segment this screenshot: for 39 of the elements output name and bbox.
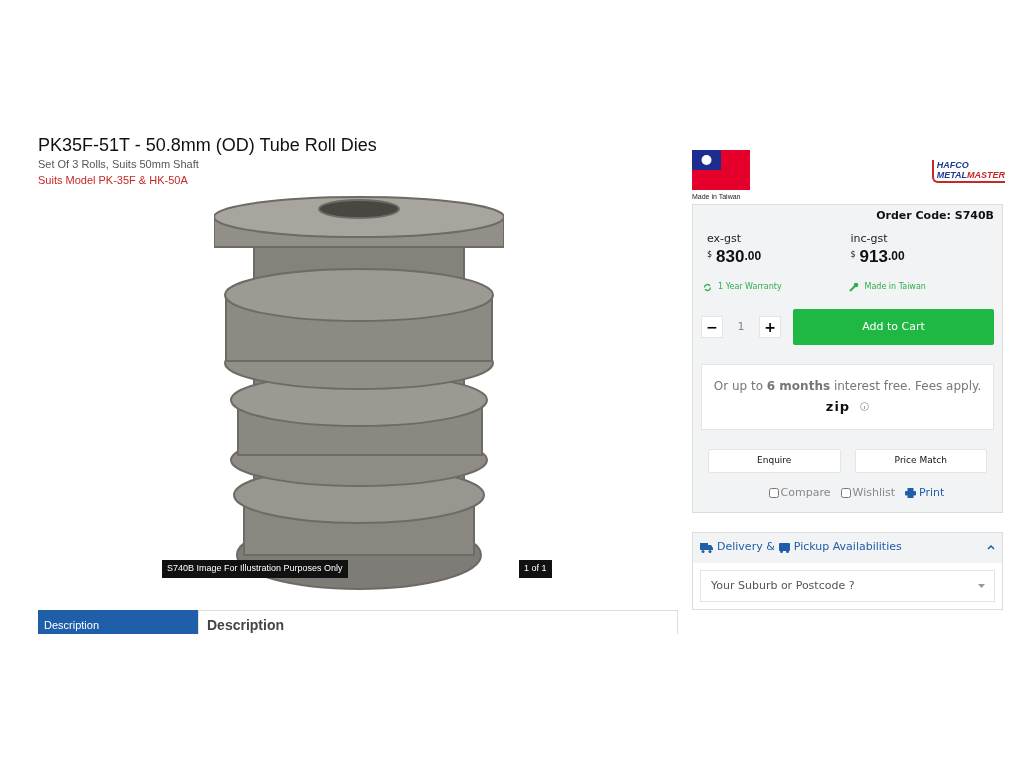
postcode-dropdown[interactable]: Your Suburb or Postcode ?	[700, 569, 995, 602]
quantity-field[interactable]: 1	[729, 318, 753, 336]
product-title: PK35F-51T - 50.8mm (OD) Tube Roll Dies	[38, 134, 378, 156]
finance-offer: Or up to 6 months interest free. Fees apply.	[713, 378, 982, 395]
van-icon	[778, 542, 790, 553]
delivery-label: Delivery &	[717, 539, 775, 556]
decrease-quantity-button[interactable]: −	[701, 316, 723, 338]
delivery-header[interactable]: Delivery & Pickup Availabilities	[693, 532, 1002, 563]
checkbox-label[interactable]: Compare	[780, 485, 831, 502]
price: $ 913.00	[850, 247, 905, 267]
order-code: Order Code: S740B	[876, 208, 994, 224]
caret-icon	[978, 583, 985, 588]
price: $ 830.00	[707, 247, 762, 267]
refresh-icon	[703, 282, 712, 292]
feature-label: 1 Year Warranty	[718, 281, 782, 293]
pickup-label: Pickup Availabilities	[793, 539, 902, 556]
price-label: inc-gst	[850, 230, 888, 247]
feature-label: Made in Taiwan	[864, 281, 926, 293]
chevron-up-icon[interactable]	[987, 545, 995, 550]
info-icon	[860, 402, 870, 412]
brand-logo: HAFCO METALMASTER	[931, 160, 1005, 183]
price-label: ex-gst	[707, 230, 742, 247]
checkbox-label[interactable]: Wishlist	[852, 485, 896, 502]
product-subtitle: Set Of 3 Rolls, Suits 50mm Shaft	[38, 157, 200, 172]
increase-quantity-button[interactable]: +	[759, 316, 781, 338]
wrench-icon	[848, 282, 859, 292]
print-link[interactable]: Print	[919, 485, 945, 502]
checkbox[interactable]	[840, 488, 851, 499]
price-match-button[interactable]: Price Match	[854, 449, 987, 473]
compatibility-note: Suits Model PK-35F & HK-50A	[38, 173, 189, 188]
truck-icon	[700, 542, 713, 553]
image-counter: 1 of 1	[519, 560, 552, 578]
taiwan-flag-icon	[692, 150, 750, 190]
checkbox[interactable]	[768, 488, 779, 499]
zip-logo: zip	[825, 398, 851, 416]
image-caption: S740B Image For Illustration Purposes Only	[162, 560, 348, 578]
section-heading: Description	[207, 616, 284, 635]
section-tab[interactable]: Description	[38, 610, 198, 634]
enquire-button[interactable]: Enquire	[708, 449, 841, 473]
